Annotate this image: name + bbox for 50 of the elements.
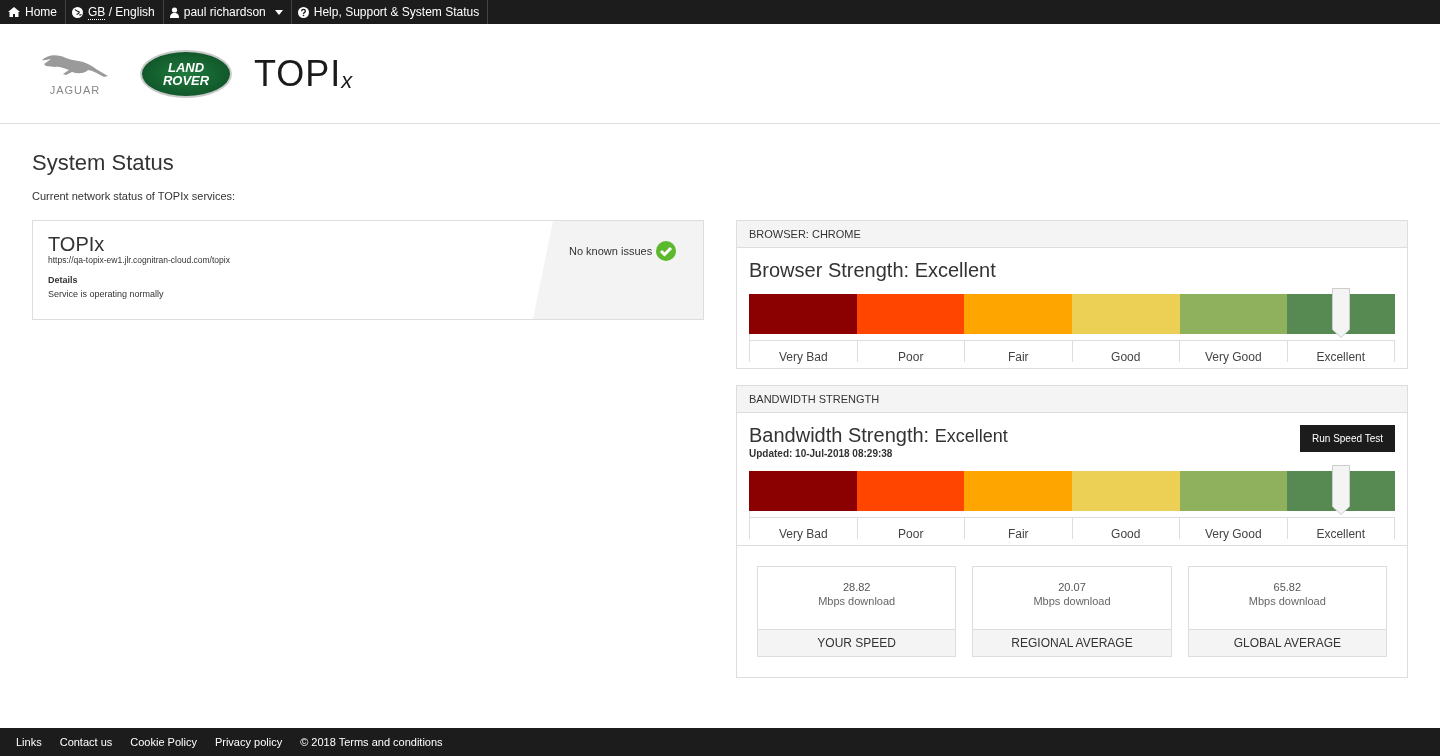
nav-link[interactable]: Help, Support & System Status bbox=[291, 0, 489, 24]
nav-link[interactable]: paul richardson bbox=[163, 0, 292, 24]
scale-label: Very Good bbox=[1204, 350, 1262, 364]
scale-label: Very Bad bbox=[778, 527, 828, 541]
scale-label: Very Bad bbox=[778, 350, 828, 364]
details-text: Service is operating normally bbox=[48, 289, 165, 299]
nav-link[interactable]: Home bbox=[2, 0, 66, 24]
stat-value: 28.82 bbox=[841, 581, 872, 593]
scale-label: Excellent bbox=[1316, 350, 1366, 364]
stat-unit: Mbps download bbox=[1032, 595, 1112, 607]
scale-label: Good bbox=[1111, 527, 1141, 541]
wordmark-logo: TOPIx bbox=[254, 55, 353, 92]
stat-value: 65.82 bbox=[1272, 581, 1303, 593]
stat-label: YOUR SPEED bbox=[758, 629, 956, 656]
home-icon bbox=[8, 7, 20, 17]
panel-title: Bandwidth Strength: Excellent bbox=[749, 423, 1008, 448]
footer-link[interactable]: Links bbox=[16, 736, 42, 748]
panel-header: BROWSER: CHROME bbox=[737, 221, 1407, 248]
service-name: TOPIx bbox=[48, 233, 106, 255]
logo-text: JAGUAR bbox=[49, 83, 101, 96]
logo-text: LAND bbox=[167, 60, 205, 74]
stat-label: GLOBAL AVERAGE bbox=[1188, 629, 1386, 656]
stat-label: REGIONAL AVERAGE bbox=[973, 629, 1171, 656]
updated-text: Updated: 10-Jul-2018 08:29:38 bbox=[749, 448, 894, 459]
footer-link[interactable]: Cookie Policy bbox=[130, 736, 197, 748]
scale-label: Good bbox=[1111, 350, 1141, 364]
scale-label: Fair bbox=[1007, 350, 1029, 364]
scale-label: Fair bbox=[1007, 527, 1029, 541]
footer-link[interactable]: Privacy policy bbox=[214, 736, 283, 748]
help-icon bbox=[297, 6, 309, 18]
page-title: System Status bbox=[32, 150, 175, 176]
stat-unit: Mbps download bbox=[817, 595, 897, 607]
service-url: https://qa-topix-ew1.jlr.cognitran-cloud.com/topix bbox=[48, 255, 231, 265]
status-text: No known issues bbox=[569, 245, 653, 257]
user-icon bbox=[169, 6, 179, 18]
details-label: Details bbox=[48, 275, 79, 285]
logo-text: ROVER bbox=[162, 73, 210, 87]
scale-label: Excellent bbox=[1316, 527, 1366, 541]
stat-unit: Mbps download bbox=[1247, 595, 1327, 607]
panel-header: BANDWIDTH STRENGTH bbox=[737, 386, 1407, 413]
footer-link[interactable]: Contact us bbox=[59, 736, 113, 748]
nav-link[interactable]: GB / English bbox=[66, 0, 164, 24]
run-speed-test-button[interactable]: Run Speed Test bbox=[1300, 425, 1395, 452]
scale-label: Very Good bbox=[1204, 527, 1262, 541]
stat-value: 20.07 bbox=[1057, 581, 1087, 593]
scale-label: Poor bbox=[898, 350, 924, 364]
footer-link[interactable]: © 2018 Terms and conditions bbox=[300, 736, 443, 748]
page-subtitle: Current network status of TOPIx services: bbox=[32, 190, 237, 202]
scale-label: Poor bbox=[898, 527, 924, 541]
panel-title: Browser Strength: Excellent bbox=[749, 258, 997, 282]
